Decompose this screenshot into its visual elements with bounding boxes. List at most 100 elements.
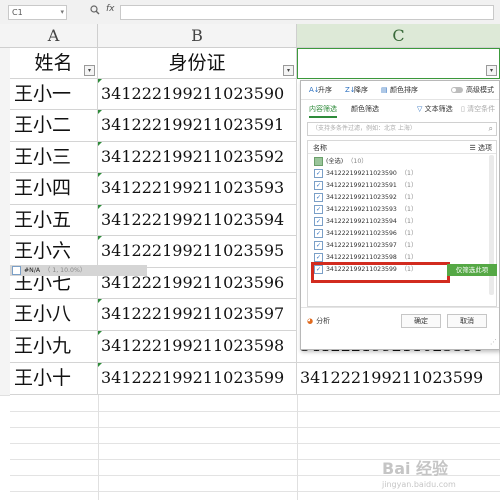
row-divider <box>10 427 500 428</box>
sort-color-button[interactable]: ▤ 颜色排序 <box>381 85 418 95</box>
only-filter-this-button[interactable]: 仅筛选此项 <box>447 264 497 276</box>
id-cell-value: 341222199211023593 <box>101 178 285 197</box>
analyze-label: 分析 <box>316 317 331 325</box>
pie-chart-icon: ◕ <box>307 317 314 325</box>
column-header-row: A B C <box>0 24 500 48</box>
tab-text-filter[interactable]: ▽ 文本筛选 <box>417 104 453 114</box>
list-item[interactable]: ✓ 341222199211023593 （1） <box>314 204 417 215</box>
row-header[interactable] <box>0 363 10 396</box>
sort-desc-label: 降序 <box>354 86 368 94</box>
c-cell[interactable]: 341222199211023599 <box>297 363 500 395</box>
filter-dropdown-button[interactable]: ▾ <box>486 65 497 76</box>
checkbox[interactable]: ✓ <box>314 228 323 238</box>
formula-input[interactable] <box>120 5 494 20</box>
sort-asc-button[interactable]: A↓升序 <box>309 85 332 95</box>
checkbox[interactable]: ✓ <box>314 204 323 214</box>
name-cell[interactable]: 王小五 <box>10 205 98 236</box>
filter-tabs: 内容筛选 颜色筛选 ▽ 文本筛选 ▯ 清空条件 <box>301 100 499 118</box>
ok-button[interactable]: 确定 <box>401 314 441 328</box>
analyze-button[interactable]: ◕ 分析 <box>307 316 330 326</box>
tab-color-filter[interactable]: 颜色筛选 <box>351 104 379 114</box>
list-item[interactable]: ✓ 341222199211023590 （1） <box>314 168 417 179</box>
options-button[interactable]: ☰ 选项 <box>469 143 492 153</box>
id-cell[interactable]: 341222199211023592 <box>98 142 297 173</box>
sort-desc-button[interactable]: Z↓降序 <box>345 85 368 95</box>
number-as-text-marker <box>98 363 102 367</box>
id-cell[interactable]: 341222199211023597 <box>98 299 297 331</box>
row-header[interactable] <box>0 79 10 111</box>
list-item[interactable]: ✓ 341222199211023591 （1） <box>314 180 417 191</box>
list-item-count: （1） <box>400 218 418 225</box>
list-item[interactable]: ✓ 341222199211023597 （1） <box>314 240 417 251</box>
checkbox[interactable]: ✓ <box>314 252 323 262</box>
row-header[interactable] <box>0 48 10 80</box>
name-cell[interactable]: 王小十 <box>10 363 98 395</box>
list-item-select-all[interactable]: (全选) （10） <box>314 156 367 167</box>
sort-desc-icon: Z↓ <box>345 86 356 94</box>
resize-handle-icon[interactable]: ⋰ <box>490 338 497 346</box>
name-cell[interactable]: 王小六 <box>10 236 98 268</box>
list-item-na[interactable]: #N/A （ 1, 10.0%） <box>10 265 147 276</box>
filter-dropdown-button[interactable]: ▾ <box>84 65 95 76</box>
name-cell[interactable]: 王小三 <box>10 142 98 173</box>
list-item-count: （1） <box>400 206 418 213</box>
id-cell[interactable]: 341222199211023591 <box>98 110 297 142</box>
zoom-icon[interactable] <box>90 5 100 15</box>
advanced-mode-toggle[interactable] <box>451 87 463 93</box>
column-header-b[interactable]: B <box>98 24 297 47</box>
clear-conditions-button[interactable]: ▯ 清空条件 <box>461 104 495 114</box>
name-cell[interactable]: 王小一 <box>10 79 98 110</box>
row-header[interactable] <box>0 142 10 174</box>
filter-funnel-icon: ▽ <box>417 105 425 113</box>
filter-dropdown-button[interactable]: ▾ <box>283 65 294 76</box>
header-cell-c[interactable]: ▾ <box>297 48 500 79</box>
row-header[interactable] <box>0 173 10 206</box>
checkbox[interactable]: ✓ <box>314 216 323 226</box>
tab-content-filter[interactable]: 内容筛选 <box>309 104 337 118</box>
header-cell-id[interactable]: 身份证 ▾ <box>98 48 297 79</box>
name-cell[interactable]: 王小二 <box>10 110 98 142</box>
name-cell[interactable]: 王小八 <box>10 299 98 331</box>
row-header[interactable] <box>0 331 10 364</box>
row-header[interactable] <box>0 205 10 237</box>
checkbox[interactable] <box>314 156 323 166</box>
id-cell[interactable]: 341222199211023590 <box>98 79 297 110</box>
row-header[interactable] <box>0 110 10 143</box>
chevron-down-icon[interactable]: ▾ <box>60 6 64 19</box>
checkbox[interactable]: ✓ <box>314 192 323 202</box>
clear-label: 清空条件 <box>467 105 496 113</box>
column-header-a[interactable]: A <box>10 24 98 47</box>
id-cell[interactable]: 341222199211023595 <box>98 236 297 268</box>
list-item[interactable]: ✓ 341222199211023592 （1） <box>314 192 417 203</box>
name-cell[interactable]: 王小九 <box>10 331 98 363</box>
row-header[interactable] <box>0 236 10 269</box>
checkbox[interactable]: ✓ <box>314 240 323 250</box>
filter-search-input[interactable]: （支持多条件过滤，例如：北京 上海） ⌕ <box>307 122 497 136</box>
id-cell[interactable]: 341222199211023594 <box>98 205 297 236</box>
advanced-mode-label: 高级模式 <box>466 86 494 94</box>
sort-asc-label: 升序 <box>318 86 332 94</box>
row-header[interactable] <box>0 268 10 300</box>
name-box-value: C1 <box>12 8 23 17</box>
fx-icon[interactable]: fx <box>106 4 115 14</box>
list-item-label: 341222199211023594 <box>326 218 397 225</box>
list-item[interactable]: ✓ 341222199211023594 （1） <box>314 216 417 227</box>
row-header[interactable] <box>0 299 10 332</box>
header-cell-name[interactable]: 姓名 ▾ <box>10 48 98 79</box>
id-cell[interactable]: 341222199211023593 <box>98 173 297 205</box>
checkbox[interactable]: ✓ <box>314 180 323 190</box>
id-cell[interactable]: 341222199211023599 <box>98 363 297 395</box>
checkbox[interactable] <box>12 265 21 275</box>
id-cell[interactable]: 341222199211023598 <box>98 331 297 363</box>
name-cell[interactable]: 王小四 <box>10 173 98 205</box>
list-item-label: 341222199211023591 <box>326 182 397 189</box>
column-header-c[interactable]: C <box>297 24 500 47</box>
sort-asc-icon: A↓ <box>309 86 320 94</box>
search-icon[interactable]: ⌕ <box>489 123 493 135</box>
list-item[interactable]: ✓ 341222199211023596 （1） <box>314 228 417 239</box>
cancel-button[interactable]: 取消 <box>447 314 487 328</box>
list-item-label: 341222199211023593 <box>326 206 397 213</box>
list-item-count: （1） <box>400 230 418 237</box>
name-box[interactable]: C1 ▾ <box>8 5 67 20</box>
checkbox[interactable]: ✓ <box>314 168 323 178</box>
